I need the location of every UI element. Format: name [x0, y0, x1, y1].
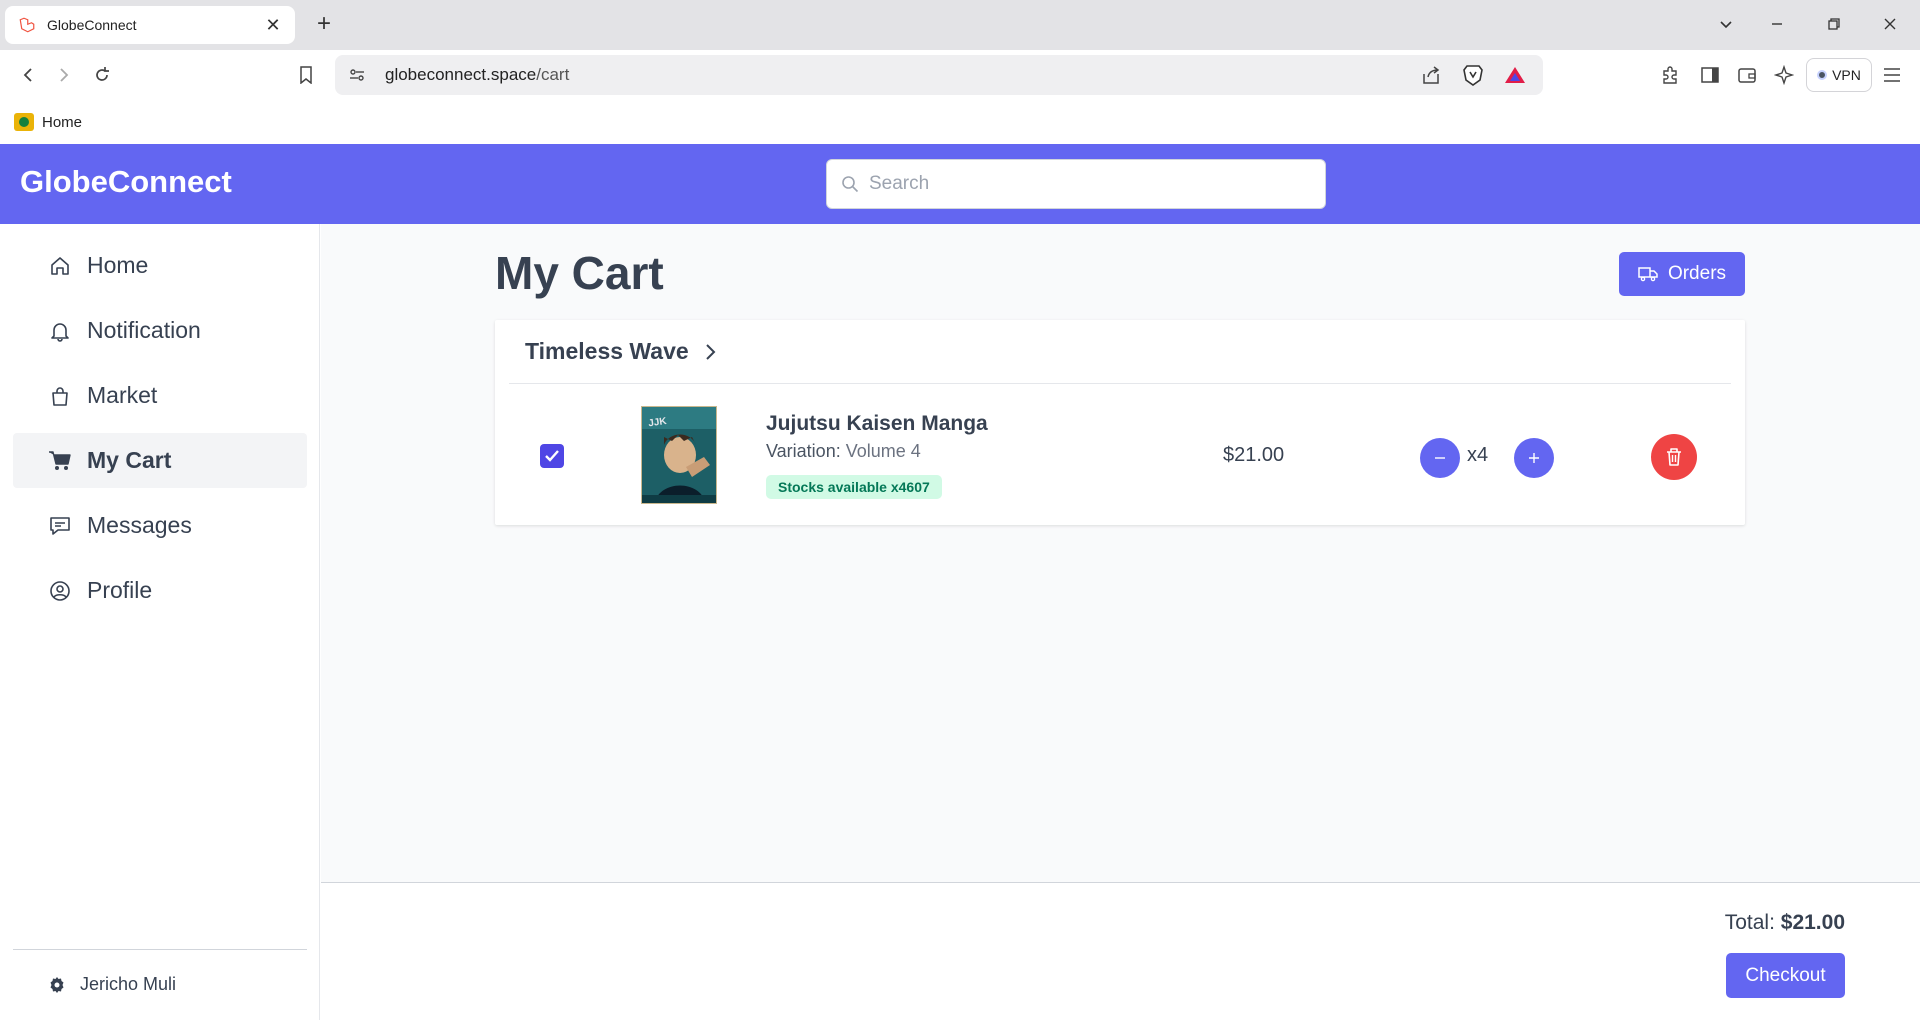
- restore-icon[interactable]: [1822, 12, 1846, 36]
- bookmark-home-label: Home: [42, 113, 83, 131]
- shopping-bag-icon: [48, 384, 72, 408]
- sidebar-item-notification[interactable]: Notification: [13, 303, 307, 358]
- vpn-button[interactable]: VPN: [1806, 58, 1872, 92]
- url-host: globeconnect.space: [385, 65, 537, 84]
- search-box[interactable]: [826, 159, 1326, 209]
- gear-icon: [48, 976, 66, 994]
- sidebar-item-my-cart[interactable]: My Cart: [13, 433, 307, 488]
- address-bar[interactable]: globeconnect.space/cart: [335, 55, 1543, 95]
- chevron-right-icon: [705, 343, 717, 361]
- decrease-quantity-button[interactable]: [1420, 438, 1460, 478]
- brave-shield-icon[interactable]: [1459, 61, 1487, 89]
- url-path: /cart: [536, 65, 570, 84]
- checkout-button[interactable]: Checkout: [1726, 953, 1845, 998]
- tab-close-icon[interactable]: ✕: [263, 15, 283, 36]
- shop-name: Timeless Wave: [525, 338, 689, 364]
- app-header: GlobeConnect: [0, 144, 1920, 224]
- variation-label: Variation:: [766, 441, 841, 461]
- extensions-icon[interactable]: [1659, 63, 1683, 87]
- bell-icon: [48, 319, 72, 343]
- sidebar-item-label: My Cart: [87, 447, 172, 473]
- quantity-value: x4: [1467, 444, 1489, 466]
- truck-icon: [1638, 266, 1658, 282]
- stock-badge: Stocks available x4607: [766, 475, 942, 499]
- user-name: Jericho Muli: [80, 974, 177, 994]
- sidebar-item-label: Profile: [87, 577, 153, 603]
- url-text: globeconnect.space/cart: [385, 65, 1417, 85]
- vpn-status-icon: [1817, 70, 1828, 80]
- cart-main: My Cart Orders Timeless Wave JJK Jujutsu…: [321, 224, 1920, 882]
- brand-logo[interactable]: GlobeConnect: [20, 164, 232, 200]
- sidebar-item-label: Home: [87, 252, 149, 278]
- cart-total: Total: $21.00: [1725, 911, 1845, 935]
- sidebar-item-label: Messages: [87, 512, 192, 538]
- item-price: $21.00: [1223, 444, 1285, 466]
- new-tab-icon[interactable]: +: [312, 12, 336, 36]
- reload-icon[interactable]: [90, 63, 114, 87]
- menu-icon[interactable]: [1880, 63, 1904, 87]
- product-name[interactable]: Jujutsu Kaisen Manga: [766, 412, 988, 436]
- product-variation: Variation: Volume 4: [766, 441, 921, 462]
- tab-list-chevron-icon[interactable]: [1714, 12, 1738, 36]
- variation-value: Volume 4: [845, 441, 921, 461]
- site-settings-icon[interactable]: [347, 67, 367, 83]
- laravel-logo-icon: [17, 15, 37, 35]
- remove-item-button[interactable]: [1651, 434, 1697, 480]
- share-icon[interactable]: [1417, 61, 1445, 89]
- bookmark-icon[interactable]: [294, 63, 318, 87]
- cart-shop-card: Timeless Wave JJK Jujutsu Kaisen Manga V…: [495, 320, 1745, 525]
- sidebar-toggle-icon[interactable]: [1698, 63, 1722, 87]
- vpn-label: VPN: [1832, 67, 1861, 83]
- page-title: My Cart: [495, 247, 664, 299]
- cart-icon: [48, 449, 72, 473]
- trash-icon: [1665, 447, 1683, 467]
- sidebar: Home Notification Market My Cart Message…: [0, 224, 320, 1020]
- total-label: Total:: [1724, 911, 1775, 934]
- chat-icon: [48, 514, 72, 538]
- forward-icon[interactable]: [52, 63, 76, 87]
- cart-footer: Total: $21.00 Checkout: [321, 882, 1920, 1020]
- browser-tab[interactable]: GlobeConnect ✕: [5, 6, 295, 44]
- minimize-icon[interactable]: [1765, 12, 1789, 36]
- sidebar-item-home[interactable]: Home: [13, 238, 307, 293]
- close-window-icon[interactable]: [1878, 12, 1902, 36]
- bookmarks-bar: Home: [0, 100, 1920, 144]
- sidebar-divider: [13, 949, 307, 950]
- search-icon: [841, 175, 859, 193]
- bookmark-folder-icon: [14, 113, 34, 131]
- product-thumbnail[interactable]: JJK: [641, 406, 717, 504]
- user-circle-icon: [48, 579, 72, 603]
- browser-tabbar: GlobeConnect ✕ +: [0, 0, 1920, 50]
- back-icon[interactable]: [16, 63, 40, 87]
- search-input[interactable]: [869, 173, 1289, 195]
- item-select-checkbox[interactable]: [540, 444, 564, 468]
- sidebar-item-messages[interactable]: Messages: [13, 498, 307, 553]
- leo-ai-icon[interactable]: [1772, 63, 1796, 87]
- shop-header[interactable]: Timeless Wave: [509, 320, 1731, 384]
- sidebar-item-label: Market: [87, 382, 158, 408]
- orders-button[interactable]: Orders: [1619, 252, 1745, 296]
- total-value: $21.00: [1780, 911, 1845, 934]
- sidebar-item-profile[interactable]: Profile: [13, 563, 307, 618]
- user-settings[interactable]: Jericho Muli: [48, 974, 176, 995]
- brave-rewards-icon[interactable]: [1501, 61, 1529, 89]
- increase-quantity-button[interactable]: [1514, 438, 1554, 478]
- orders-label: Orders: [1667, 263, 1727, 284]
- home-icon: [48, 254, 72, 278]
- sidebar-item-label: Notification: [87, 317, 201, 343]
- tab-title: GlobeConnect: [47, 17, 137, 33]
- browser-toolbar: globeconnect.space/cart VPN: [0, 50, 1920, 100]
- wallet-icon[interactable]: [1735, 63, 1759, 87]
- sidebar-item-market[interactable]: Market: [13, 368, 307, 423]
- bookmark-home[interactable]: Home: [14, 113, 82, 131]
